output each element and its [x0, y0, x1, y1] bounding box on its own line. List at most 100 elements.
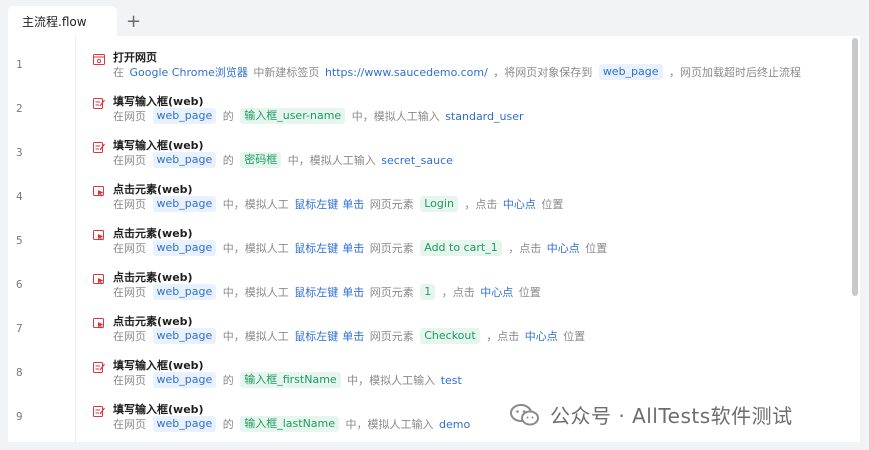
param-value[interactable]: 中心点	[480, 284, 513, 300]
desc-text: 位置	[559, 330, 586, 343]
step-title: 填写输入框(web)	[113, 403, 204, 416]
param-value[interactable]: 中心点	[503, 196, 536, 212]
line-number: 6	[16, 278, 23, 291]
variable-chip[interactable]: web_page	[152, 284, 217, 300]
step-row[interactable]: 7 点击元素(web) 在网页 web_page 中，模拟人工 鼠标左键 单击 网页元…	[8, 300, 848, 344]
edit-icon	[93, 138, 105, 153]
line-number: 3	[16, 146, 23, 159]
desc-text: 在网页	[113, 374, 150, 387]
param-value[interactable]: demo	[439, 418, 470, 431]
param-value[interactable]: 鼠标左键	[294, 240, 338, 256]
desc-text: 中，模拟人工	[219, 286, 293, 299]
line-number: 5	[16, 234, 23, 247]
step-row[interactable]: 6 点击元素(web) 在网页 web_page 中，模拟人工 鼠标左键 单击 网页元…	[8, 256, 848, 300]
click-icon	[93, 226, 105, 241]
element-chip[interactable]: 输入框_user-name	[240, 108, 346, 124]
variable-chip[interactable]: web_page	[152, 240, 217, 256]
add-tab-button[interactable]: +	[121, 6, 147, 36]
element-chip[interactable]: 输入框_firstName	[240, 372, 341, 388]
step-row[interactable]: 8 填写输入框(web) 在网页 web_page 的 输入框_firstName …	[8, 344, 848, 388]
desc-text: 的	[219, 374, 238, 387]
desc-text: 的	[219, 418, 238, 431]
param-value[interactable]: 单击	[342, 240, 364, 256]
param-value[interactable]: 鼠标左键	[294, 328, 338, 344]
step-description: 在网页 web_page 中，模拟人工 鼠标左键 单击 网页元素 Checkout…	[113, 328, 585, 344]
line-number: 7	[16, 322, 23, 335]
desc-text: 在网页	[113, 330, 150, 343]
line-number: 2	[16, 102, 23, 115]
step-title: 点击元素(web)	[113, 315, 193, 328]
variable-chip[interactable]: web_page	[152, 152, 217, 168]
desc-text: 中新建标签页	[249, 66, 323, 79]
element-chip[interactable]: Login	[420, 196, 458, 212]
step-row[interactable]: 2 填写输入框(web) 在网页 web_page 的 输入框_user-name …	[8, 80, 848, 124]
desc-text: ，网页加载超时后终止流程	[665, 66, 802, 79]
element-chip[interactable]: 1	[420, 284, 436, 300]
click-icon	[93, 182, 105, 197]
param-value[interactable]: 单击	[342, 196, 364, 212]
step-row[interactable]: 4 点击元素(web) 在网页 web_page 中，模拟人工 鼠标左键 单击 网页元…	[8, 168, 848, 212]
wechat-icon	[510, 403, 539, 425]
flow-editor: 1 打开网页在 Google Chrome浏览器 中新建标签页 https://w…	[8, 36, 860, 442]
desc-text: ，点击	[504, 242, 545, 255]
desc-text: 中，模拟人工输入	[284, 154, 380, 167]
desc-text: 中，模拟人工	[219, 242, 293, 255]
line-number: 8	[16, 366, 23, 379]
param-value[interactable]: Google Chrome浏览器	[130, 64, 248, 80]
param-value[interactable]: 鼠标左键	[294, 284, 338, 300]
param-value[interactable]: 中心点	[525, 328, 558, 344]
element-chip[interactable]: 输入框_lastName	[240, 416, 340, 432]
tab-bar: 主流程.flow +	[8, 6, 860, 36]
desc-text: 网页元素	[366, 330, 418, 343]
variable-chip[interactable]: web_page	[152, 328, 217, 344]
step-description: 在网页 web_page 的 密码框 中，模拟人工输入 secret_sauce	[113, 152, 455, 168]
variable-chip[interactable]: web_page	[152, 416, 217, 432]
step-row[interactable]: 1 打开网页在 Google Chrome浏览器 中新建标签页 https://w…	[8, 36, 848, 80]
step-title: 点击元素(web)	[113, 271, 193, 284]
element-chip[interactable]: Checkout	[420, 328, 480, 344]
param-value[interactable]: 中心点	[547, 240, 580, 256]
step-description: 在网页 web_page 中，模拟人工 鼠标左键 单击 网页元素 1 ，点击 中心…	[113, 284, 541, 300]
param-value[interactable]: 单击	[342, 328, 364, 344]
param-value[interactable]: test	[441, 374, 462, 387]
desc-text: 网页元素	[366, 286, 418, 299]
variable-chip[interactable]: web_page	[152, 372, 217, 388]
step-title: 打开网页	[113, 51, 157, 64]
desc-text: 在网页	[113, 110, 150, 123]
watermark: 公众号 · AllTests软件测试	[510, 400, 793, 429]
step-row[interactable]: 5 点击元素(web) 在网页 web_page 中，模拟人工 鼠标左键 单击 网页元…	[8, 212, 848, 256]
variable-chip[interactable]: web_page	[152, 196, 217, 212]
param-value[interactable]: 单击	[342, 284, 364, 300]
step-title: 填写输入框(web)	[113, 359, 204, 372]
step-row[interactable]: 3 填写输入框(web) 在网页 web_page 的 密码框 中，模拟人工输入 s…	[8, 124, 848, 168]
edit-icon	[93, 358, 105, 373]
element-chip[interactable]: 密码框	[240, 152, 282, 168]
tab-label: 主流程.flow	[22, 14, 87, 29]
desc-text: ，点击	[482, 330, 523, 343]
step-description: 在 Google Chrome浏览器 中新建标签页 https://www.sa…	[113, 64, 801, 80]
desc-text: 在网页	[113, 286, 150, 299]
tab-main-flow[interactable]: 主流程.flow	[8, 6, 117, 36]
variable-chip[interactable]: web_page	[598, 64, 663, 80]
line-number: 1	[16, 58, 23, 71]
plus-icon: +	[125, 10, 142, 32]
click-icon	[93, 314, 105, 329]
desc-text: 中，模拟人工输入	[348, 110, 444, 123]
desc-text: 在网页	[113, 198, 150, 211]
desc-text: ，将网页对象保存到	[489, 66, 596, 79]
param-value[interactable]: https://www.saucedemo.com/	[325, 66, 488, 79]
desc-text: 中，模拟人工输入	[343, 374, 439, 387]
desc-text: 中，模拟人工	[219, 198, 293, 211]
param-value[interactable]: standard_user	[445, 110, 523, 123]
step-title: 点击元素(web)	[113, 183, 193, 196]
element-chip[interactable]: Add to cart_1	[420, 240, 502, 256]
variable-chip[interactable]: web_page	[152, 108, 217, 124]
step-title: 填写输入框(web)	[113, 95, 204, 108]
app-window: 主流程.flow + 1 打开网页在 Google Chrome浏览器 中新建标签…	[0, 0, 869, 450]
param-value[interactable]: secret_sauce	[381, 154, 453, 167]
desc-text: 中，模拟人工	[219, 330, 293, 343]
param-value[interactable]: 鼠标左键	[294, 196, 338, 212]
desc-text: 在网页	[113, 154, 150, 167]
vertical-scrollbar[interactable]	[852, 38, 858, 296]
step-description: 在网页 web_page 中，模拟人工 鼠标左键 单击 网页元素 Add to c…	[113, 240, 607, 256]
